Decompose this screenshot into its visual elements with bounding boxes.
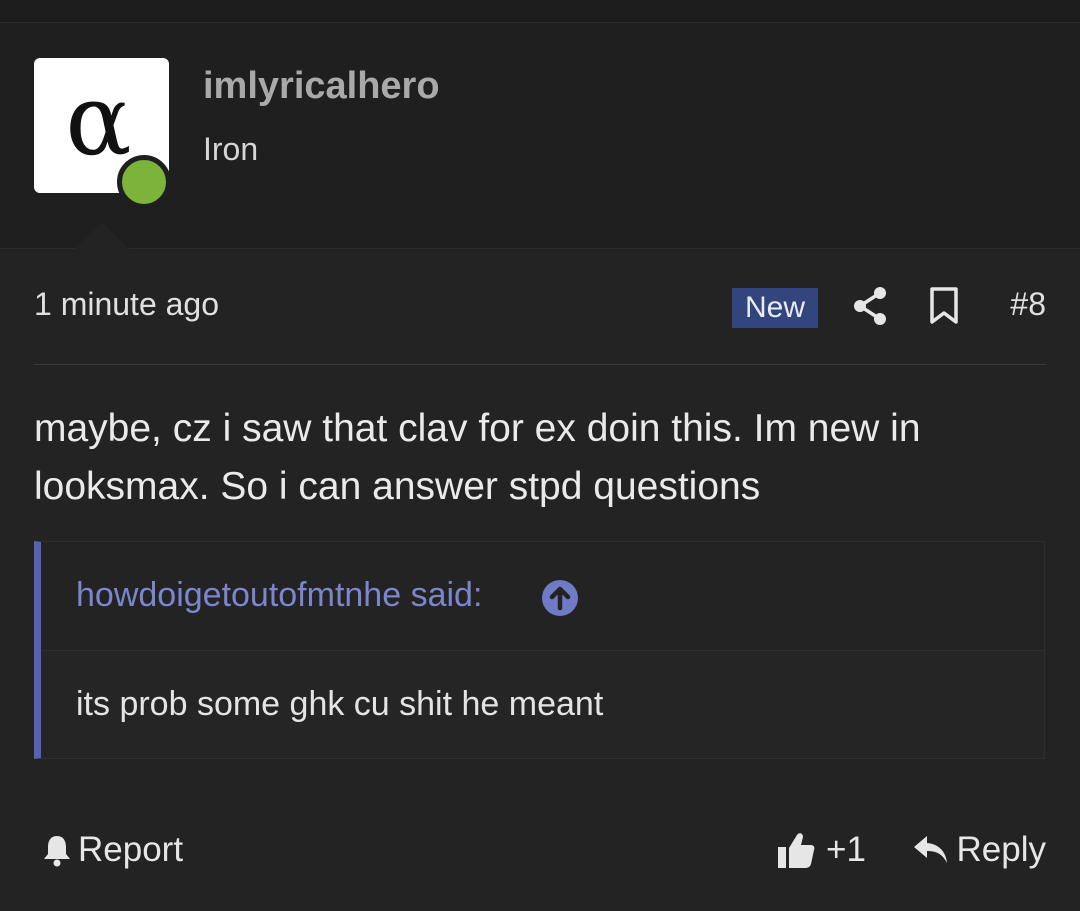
user-title: Iron [203,131,259,167]
bell-icon [44,836,70,867]
meta-divider [34,364,1046,365]
thumbs-up-icon [778,833,815,868]
username[interactable]: imlyricalhero [203,65,440,108]
like-count: +1 [826,830,866,869]
quote-text: its prob some ghk cu shit he meant [76,685,604,723]
post-user-header: α imlyricalhero Iron [0,23,1080,249]
report-label: Report [78,830,184,869]
post-number[interactable]: #8 [1010,286,1046,323]
new-badge: New [732,288,819,328]
top-strip [0,0,1080,23]
message-body: maybe, cz i saw that clav for ex doin th… [34,407,921,508]
like-button[interactable]: +1 [776,830,866,870]
post-timestamp[interactable]: 1 minute ago [34,286,219,323]
online-status-indicator [117,155,171,209]
arrow-up-circle-icon[interactable] [541,579,579,617]
post-meta: 1 minute ago New #8 [34,284,1046,332]
post-actions: Report +1 Reply [34,826,1046,878]
header-pointer [74,222,130,250]
reply-button[interactable]: Reply [913,830,1046,870]
reply-arrow-icon [913,836,947,863]
avatar-letter: α [65,63,132,178]
quote-author[interactable]: howdoigetoutofmtnhe said: [76,576,482,615]
share-icon[interactable] [852,286,888,326]
bookmark-icon[interactable] [929,287,959,325]
quote-block: howdoigetoutofmtnhe said: its prob some … [34,541,1045,759]
reply-label: Reply [956,830,1046,869]
report-button[interactable]: Report [42,830,183,870]
quote-header[interactable]: howdoigetoutofmtnhe said: [41,542,1044,651]
